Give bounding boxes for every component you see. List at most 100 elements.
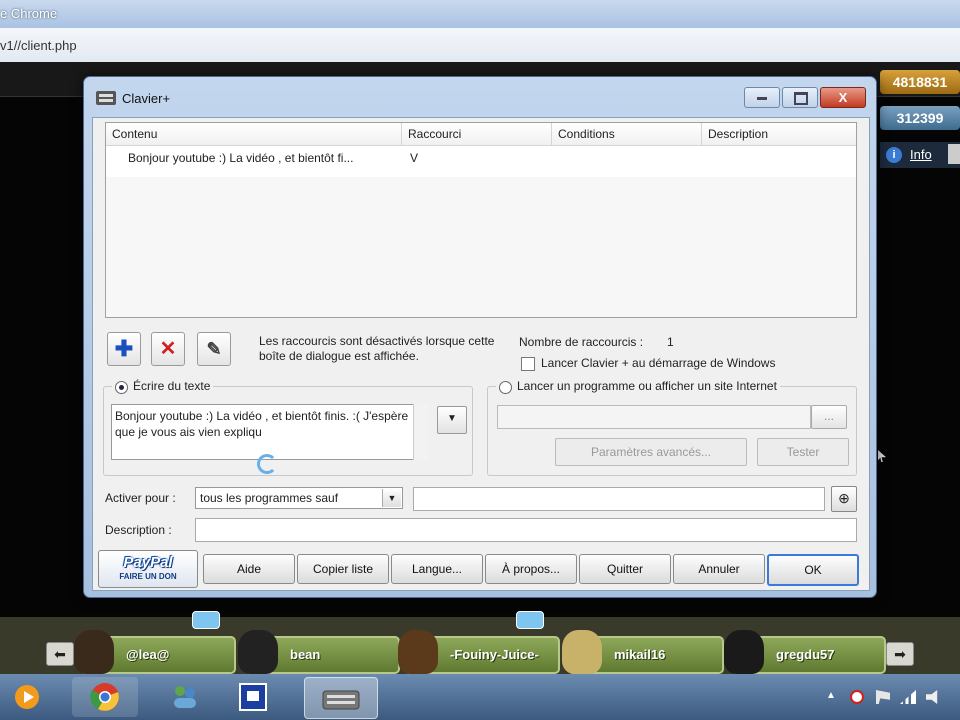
column-header-contenu[interactable]: Contenu [106,123,402,145]
hotel-menu-edge[interactable] [948,144,960,164]
chrome-icon [90,683,119,711]
column-header-conditions[interactable]: Conditions [552,123,702,145]
network-users-icon [174,686,196,708]
quit-button[interactable]: Quitter [579,554,671,584]
address-text[interactable]: v1//client.php [0,38,77,53]
column-header-raccourci[interactable]: Raccourci [402,123,552,145]
media-player-task[interactable] [2,677,52,717]
minimize-button[interactable] [744,87,780,108]
help-button[interactable]: Aide [203,554,295,584]
chevron-down-icon[interactable]: ▼ [382,489,401,507]
browse-button[interactable]: ... [811,405,847,429]
program-path-input[interactable] [497,405,811,429]
dialog-title: Clavier+ [122,91,171,106]
friend-item[interactable]: @lea@ [74,630,236,674]
credits-counter[interactable]: 4818831 [880,70,960,94]
dialog-titlebar[interactable]: Clavier+ X [84,77,876,117]
list-empty-area[interactable] [106,177,856,317]
remote-task[interactable] [228,677,278,717]
media-player-icon [15,685,39,709]
info-link-label: Info [910,147,932,162]
clavier-plus-dialog: Clavier+ X Contenu Raccourci Conditions … [83,76,877,598]
network-signal-icon[interactable] [900,690,916,704]
friend-name: gregdu57 [776,647,835,662]
activate-for-select[interactable]: tous les programmes sauf ▼ [195,487,403,509]
edit-shortcut-button[interactable]: ✎ [197,332,231,366]
friend-item[interactable]: bean [238,630,400,674]
info-icon: i [886,147,902,163]
close-button[interactable]: X [820,87,866,108]
row-raccourci: V [410,151,419,165]
activate-programs-input[interactable] [413,487,825,511]
keyboard-app-icon [96,91,116,105]
dialog-body: Contenu Raccourci Conditions Description… [92,117,870,591]
startup-checkbox[interactable] [521,357,535,371]
pixels-counter[interactable]: 312399 [880,106,960,130]
system-tray: ▲ [820,674,960,720]
friend-name: @lea@ [126,647,170,662]
table-row[interactable]: Bonjour youtube :) La vidéo , et bientôt… [106,149,856,167]
volume-icon[interactable] [926,690,938,704]
chat-bubble-icon[interactable] [516,611,544,629]
paypal-donate-button[interactable]: PayPal FAIRE UN DON [98,550,198,588]
window-app-icon [239,683,267,711]
shortcut-count-value: 1 [667,335,674,349]
startup-label[interactable]: Lancer Clavier + au démarrage de Windows [541,356,775,370]
friend-avatar [238,630,278,674]
chat-bubble-icon[interactable] [192,611,220,629]
list-header: Contenu Raccourci Conditions Description [106,123,856,146]
friend-avatar [724,630,764,674]
antivirus-icon[interactable] [850,690,864,704]
write-text-label: Écrire du texte [133,379,211,393]
language-button[interactable]: Langue... [391,554,483,584]
loading-spinner-icon [257,454,277,474]
friend-name: mikail16 [614,647,666,662]
paypal-subtitle: FAIRE UN DON [119,572,177,581]
write-text-legend[interactable]: Écrire du texte [112,379,214,394]
advanced-settings-button[interactable]: Paramètres avancés... [555,438,747,466]
activate-for-label: Activer pour : [105,491,176,505]
ok-button[interactable]: OK [767,554,859,586]
add-shortcut-button[interactable]: ✚ [107,332,141,366]
write-text-radio[interactable] [115,381,128,394]
shortcut-list[interactable]: Contenu Raccourci Conditions Description… [105,122,857,318]
shortcut-count-label: Nombre de raccourcis : [519,335,644,349]
address-bar[interactable]: v1//client.php [0,28,960,63]
friends-prev-button[interactable]: ⬅ [46,642,74,666]
friend-avatar [398,630,438,674]
disabled-note: Les raccourcis sont désactivés lorsque c… [259,334,495,363]
browser-titlebar: e Chrome [0,0,960,28]
about-button[interactable]: À propos... [485,554,577,584]
text-options-button[interactable]: ▼ [437,406,467,434]
description-input[interactable] [195,518,857,542]
text-scrollbar[interactable] [413,404,428,460]
friend-item[interactable]: -Fouiny-Juice- [398,630,560,674]
launch-program-radio[interactable] [499,381,512,394]
copy-list-button[interactable]: Copier liste [297,554,389,584]
keyboard-icon [322,690,360,710]
delete-shortcut-button[interactable]: ✕ [151,332,185,366]
friend-item[interactable]: mikail16 [562,630,724,674]
friend-avatar [562,630,602,674]
cancel-button[interactable]: Annuler [673,554,765,584]
clavier-plus-task[interactable] [304,677,378,719]
taskbar [0,674,960,720]
friend-item[interactable]: gregdu57 [724,630,886,674]
tray-expand-icon[interactable]: ▲ [826,690,840,704]
friends-next-button[interactable]: ➡ [886,642,914,666]
chrome-task[interactable] [72,677,138,717]
friend-name: bean [290,647,321,662]
text-to-write-field[interactable]: Bonjour youtube :) La vidéo , et bientôt… [111,404,417,460]
friends-bar: ⬅ @lea@ bean -Fouiny-Juice- mikail16 gre… [0,611,960,674]
crosshair-pick-icon[interactable]: ⊕ [831,486,857,512]
flag-icon[interactable] [876,690,890,704]
maximize-button[interactable] [782,87,818,108]
row-contenu: Bonjour youtube :) La vidéo , et bientôt… [128,151,354,165]
friend-name: -Fouiny-Juice- [450,647,539,662]
test-button[interactable]: Tester [757,438,849,466]
network-task[interactable] [152,677,218,717]
friend-avatar [74,630,114,674]
launch-program-legend[interactable]: Lancer un programme ou afficher un site … [496,379,780,394]
column-header-description[interactable]: Description [702,123,856,145]
description-label: Description : [105,523,172,537]
